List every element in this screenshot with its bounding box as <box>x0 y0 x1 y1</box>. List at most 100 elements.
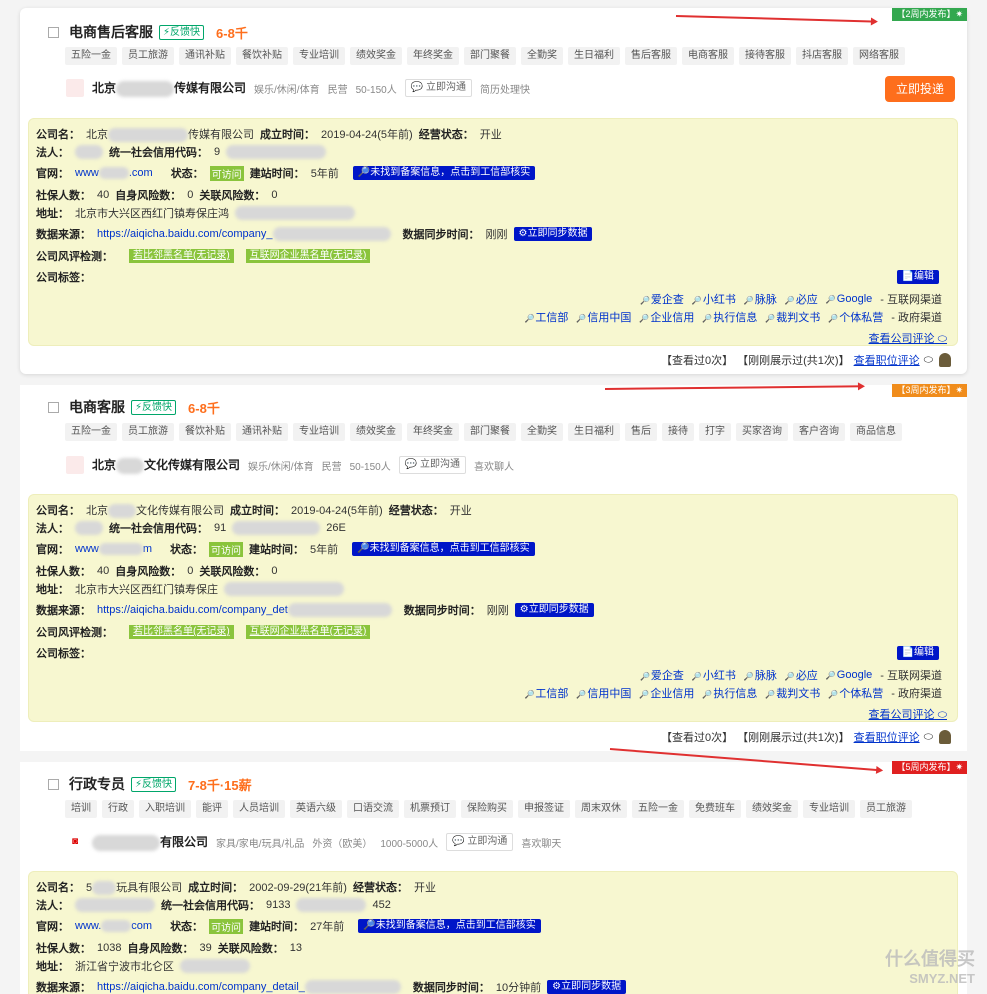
company-review-link[interactable]: 查看公司评论 ⬭ <box>869 706 947 722</box>
chat-icon: 💬 <box>404 459 418 470</box>
mascot-icon: ⬭ <box>923 353 933 366</box>
channel-category: - 政府渠道 <box>891 688 942 700</box>
welfare-tag: 五险一金 <box>632 800 684 818</box>
data-source-link[interactable]: https://aiqicha.baidu.com/company_ <box>97 227 391 241</box>
welfare-tag: 员工旅游 <box>860 800 912 818</box>
channel-link[interactable]: 信用中国 <box>576 309 631 325</box>
chat-button[interactable]: 💬 立即沟通 <box>404 79 472 97</box>
channel-link[interactable]: Google <box>826 293 872 305</box>
ownership: 民营 <box>327 84 348 96</box>
welfare-tag: 生日福利 <box>568 423 620 441</box>
channel-link[interactable]: 小红书 <box>692 291 736 307</box>
risk-tag[interactable]: 互联网企业黑名单(无记录) <box>245 249 371 263</box>
sync-button[interactable]: ⚙立即同步数据 <box>514 603 594 617</box>
site-watermark: 什么值得买 SMYZ.NET <box>885 949 975 986</box>
website-link[interactable]: www m <box>75 543 152 556</box>
welfare-tag: 生日福利 <box>568 47 620 65</box>
company-row: 北京 传媒有限公司 娱乐/休闲/体育 民营 50-150人 💬 立即沟通 简历处理… <box>66 78 530 98</box>
welfare-tag: 网络客服 <box>853 47 905 65</box>
job-review-link[interactable]: 查看职位评论 <box>854 352 920 368</box>
chat-button[interactable]: 💬 立即沟通 <box>446 833 514 851</box>
view-stats: 【查看过0次】 【刚刚展示过(共1次)】 查看职位评论 ⬭ <box>661 352 951 368</box>
company-info-panel: 公司名： 北京 传媒有限公司 成立时间： 2019-04-24(5年前) 经营状态… <box>28 118 958 346</box>
select-checkbox[interactable] <box>48 401 59 413</box>
edit-button[interactable]: 📄编辑 <box>896 646 939 660</box>
welfare-tag: 绩效奖金 <box>350 423 402 441</box>
channel-link[interactable]: 脉脉 <box>744 291 777 307</box>
welfare-tag: 行政 <box>102 800 134 818</box>
channel-link[interactable]: 执行信息 <box>702 685 757 701</box>
website-link[interactable]: www.com <box>75 920 152 933</box>
hr-status: 简历处理快 <box>479 84 530 96</box>
welfare-tag: 打字 <box>699 423 731 441</box>
risk-tag[interactable]: 若比邻黑名单(无记录) <box>129 249 234 263</box>
welfare-tag: 售后 <box>625 423 657 441</box>
sync-button[interactable]: ⚙立即同步数据 <box>513 227 593 241</box>
sync-button[interactable]: ⚙立即同步数据 <box>547 980 627 994</box>
company-name[interactable]: 有限公司 <box>92 833 208 851</box>
channel-link[interactable]: 爱企查 <box>640 667 684 683</box>
company-logo <box>66 79 84 97</box>
icp-check-button[interactable]: 🔎未找到备案信息，点击到工信部核实 <box>352 166 536 180</box>
industry: 娱乐/休闲/体育 <box>248 461 314 473</box>
apply-button[interactable]: 立即投递 <box>885 76 955 102</box>
channel-link[interactable]: 工信部 <box>524 309 568 325</box>
channel-link[interactable]: 裁判文书 <box>765 685 820 701</box>
welfare-tag: 英语六级 <box>290 800 342 818</box>
chat-button[interactable]: 💬 立即沟通 <box>398 456 466 474</box>
icp-check-button[interactable]: 🔎未找到备案信息，点击到工信部核实 <box>352 542 535 556</box>
company-name[interactable]: 北京 文化传媒有限公司 <box>92 456 240 474</box>
icp-check-button[interactable]: 🔎未找到备案信息，点击到工信部核实 <box>358 919 541 933</box>
site-status-badge: 可访问 <box>209 541 244 557</box>
channel-category: - 互联网渠道 <box>880 294 942 306</box>
channel-link[interactable]: 裁判文书 <box>765 309 820 325</box>
website-link[interactable]: www.com <box>75 167 153 180</box>
data-source-link[interactable]: https://aiqicha.baidu.com/company_detail… <box>97 980 401 994</box>
risk-tag[interactable]: 互联网企业黑名单(无记录) <box>245 625 371 639</box>
channel-link[interactable]: 企业信用 <box>639 685 694 701</box>
salary: 7-8千·15薪 <box>188 777 252 793</box>
risk-tag[interactable]: 若比邻黑名单(无记录) <box>129 625 234 639</box>
job-title[interactable]: 行政专员 <box>69 774 125 794</box>
channel-link[interactable]: 必应 <box>785 291 818 307</box>
job-card: 电商售后客服 ⚡反馈快 6-8千 五险一金 员工旅游 通讯补贴 餐饮补贴 专业培训 绩效奖… <box>20 8 967 374</box>
channel-link[interactable]: 信用中国 <box>576 685 631 701</box>
welfare-tag: 餐饮补贴 <box>236 47 288 65</box>
job-review-link[interactable]: 查看职位评论 <box>854 729 920 745</box>
channel-link[interactable]: Google <box>826 669 872 681</box>
channel-link[interactable]: 工信部 <box>524 685 568 701</box>
welfare-tag: 全勤奖 <box>521 423 563 441</box>
channel-link[interactable]: 爱企查 <box>640 291 684 307</box>
welfare-tag: 五险一金 <box>65 423 117 441</box>
welfare-tag: 商品信息 <box>850 423 902 441</box>
select-checkbox[interactable] <box>48 778 59 790</box>
job-title-row: 电商售后客服 ⚡反馈快 6-8千 <box>48 22 248 42</box>
company-name[interactable]: 北京 传媒有限公司 <box>92 79 246 97</box>
welfare-tag: 通讯补贴 <box>179 47 231 65</box>
welfare-tag: 能评 <box>196 800 228 818</box>
channel-link[interactable]: 企业信用 <box>639 309 694 325</box>
select-checkbox[interactable] <box>48 26 59 38</box>
data-source-link[interactable]: https://aiqicha.baidu.com/company_det <box>97 603 392 617</box>
address: 浙江省宁波市北仑区 <box>75 961 174 973</box>
channel-link[interactable]: 个体私营 <box>828 685 883 701</box>
channel-link[interactable]: 脉脉 <box>744 667 777 683</box>
salary: 6-8千 <box>216 25 248 41</box>
job-title[interactable]: 电商客服 <box>69 397 125 417</box>
welfare-tag: 电商客服 <box>682 47 734 65</box>
channel-link[interactable]: 个体私营 <box>828 309 883 325</box>
welfare-tag: 专业培训 <box>803 800 855 818</box>
welfare-tag: 年终奖金 <box>407 47 459 65</box>
industry: 娱乐/休闲/体育 <box>254 84 320 96</box>
channel-link[interactable]: 必应 <box>785 667 818 683</box>
welfare-tag: 接待客服 <box>739 47 791 65</box>
company-review-link[interactable]: 查看公司评论 ⬭ <box>869 330 947 346</box>
company-info-panel: 公司名： 5 玩具有限公司 成立时间： 2002-09-29(21年前) 经营状态… <box>28 871 958 994</box>
edit-button[interactable]: 📄编辑 <box>896 270 939 284</box>
job-title[interactable]: 电商售后客服 <box>69 22 153 42</box>
channel-link[interactable]: 执行信息 <box>702 309 757 325</box>
channel-link[interactable]: 小红书 <box>692 667 736 683</box>
welfare-tag: 接待 <box>662 423 694 441</box>
mascot-icon <box>939 353 951 367</box>
welfare-tag: 口语交流 <box>347 800 399 818</box>
